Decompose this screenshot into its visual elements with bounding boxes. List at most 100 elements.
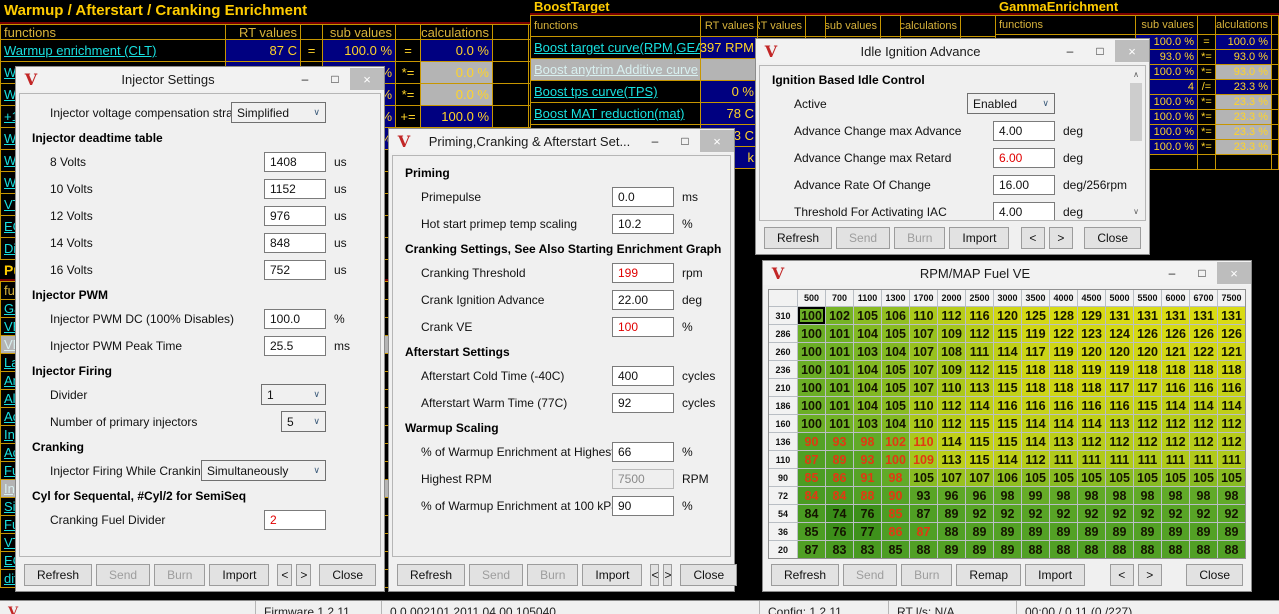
ve-cell[interactable]: 101 <box>826 397 853 414</box>
ve-cell[interactable]: 114 <box>1162 397 1189 414</box>
ve-cell[interactable]: 120 <box>1078 343 1105 360</box>
send-button[interactable]: Send <box>836 227 890 249</box>
ve-cell[interactable]: 105 <box>1190 469 1217 486</box>
ve-row-header[interactable]: 310 <box>769 307 797 324</box>
ve-cell[interactable]: 124 <box>1106 325 1133 342</box>
ve-cell[interactable]: 100 <box>798 397 825 414</box>
ve-cell[interactable]: 116 <box>1190 379 1217 396</box>
ve-cell[interactable]: 98 <box>1162 487 1189 504</box>
ve-cell[interactable]: 96 <box>966 487 993 504</box>
ve-cell[interactable]: 87 <box>798 541 825 558</box>
ve-col-header[interactable]: 1100 <box>854 290 881 306</box>
ve-cell[interactable]: 128 <box>1050 307 1077 324</box>
priming-titlebar[interactable]: V Priming,Cranking & Afterstart Set... –… <box>389 129 734 153</box>
ve-cell[interactable]: 118 <box>1022 379 1049 396</box>
import-button[interactable]: Import <box>1025 564 1085 586</box>
ve-cell[interactable]: 112 <box>938 307 965 324</box>
ve-cell[interactable]: 114 <box>994 343 1021 360</box>
ve-col-header[interactable]: 4500 <box>1078 290 1105 306</box>
import-button[interactable]: Import <box>209 564 269 586</box>
ve-cell[interactable]: 105 <box>1106 469 1133 486</box>
close-icon[interactable]: × <box>1115 40 1149 62</box>
ve-cell[interactable]: 89 <box>1162 523 1189 540</box>
ve-cell[interactable]: 88 <box>1162 541 1189 558</box>
ve-cell[interactable]: 104 <box>882 343 909 360</box>
ve-cell[interactable]: 106 <box>994 469 1021 486</box>
of-warmup-enrichment-at-highest-rpm-input[interactable]: 66 <box>612 442 674 462</box>
ve-cell[interactable]: 112 <box>938 397 965 414</box>
ve-cell[interactable]: 112 <box>966 361 993 378</box>
crank-ignition-advance-input[interactable]: 22.00 <box>612 290 674 310</box>
ve-titlebar[interactable]: V RPM/MAP Fuel VE – □ × <box>763 261 1251 285</box>
ve-cell[interactable]: 84 <box>798 505 825 522</box>
send-button[interactable]: Send <box>843 564 897 586</box>
ve-cell[interactable]: 106 <box>882 307 909 324</box>
ve-cell[interactable]: 119 <box>1106 361 1133 378</box>
sub-value-cell[interactable]: 100.0 % <box>323 40 396 61</box>
ve-cell[interactable]: 116 <box>1078 397 1105 414</box>
ve-row-header[interactable]: 54 <box>769 505 797 522</box>
ve-cell[interactable]: 98 <box>882 469 909 486</box>
ve-cell[interactable]: 126 <box>1134 325 1161 342</box>
import-button[interactable]: Import <box>949 227 1009 249</box>
ve-cell[interactable]: 118 <box>1190 361 1217 378</box>
ve-cell[interactable]: 90 <box>798 433 825 450</box>
ve-col-header[interactable]: 4000 <box>1050 290 1077 306</box>
ve-row-header[interactable]: 110 <box>769 451 797 468</box>
ve-cell[interactable]: 110 <box>938 379 965 396</box>
ve-cell[interactable]: 115 <box>966 451 993 468</box>
ve-cell[interactable]: 122 <box>1050 325 1077 342</box>
ve-cell[interactable]: 111 <box>1218 451 1245 468</box>
ve-col-header[interactable]: 3500 <box>1022 290 1049 306</box>
ve-col-header[interactable]: 1700 <box>910 290 937 306</box>
injector-firing-while-cranking-select[interactable]: Simultaneously∨ <box>201 460 326 481</box>
prev-button[interactable]: < <box>1021 227 1045 249</box>
ve-cell[interactable]: 111 <box>1078 451 1105 468</box>
8-volts-input[interactable]: 1408 <box>264 152 326 172</box>
ve-cell[interactable]: 115 <box>994 325 1021 342</box>
ve-cell[interactable]: 115 <box>994 415 1021 432</box>
ve-cell[interactable]: 105 <box>1162 469 1189 486</box>
ve-cell[interactable]: 105 <box>882 397 909 414</box>
ve-col-header[interactable]: 7500 <box>1218 290 1245 306</box>
ve-cell[interactable]: 109 <box>938 325 965 342</box>
ve-cell[interactable]: 101 <box>826 343 853 360</box>
scrollbar[interactable]: ∧ ∨ <box>1128 67 1144 219</box>
ve-cell[interactable]: 114 <box>1022 415 1049 432</box>
ve-cell[interactable]: 87 <box>910 505 937 522</box>
next-button[interactable]: > <box>296 564 311 586</box>
ve-cell[interactable]: 111 <box>966 343 993 360</box>
scrollbar-thumb[interactable] <box>1130 83 1142 141</box>
cranking-threshold-input[interactable]: 199 <box>612 263 674 283</box>
ve-cell[interactable]: 107 <box>938 469 965 486</box>
ve-cell[interactable]: 108 <box>938 343 965 360</box>
ve-cell[interactable]: 103 <box>854 343 881 360</box>
rt-value-cell[interactable]: 87 C <box>226 40 301 61</box>
ve-cell[interactable]: 115 <box>1134 397 1161 414</box>
rt-value-cell[interactable]: 78 C <box>701 103 758 124</box>
ve-cell[interactable]: 105 <box>910 469 937 486</box>
ve-cell[interactable]: 112 <box>1190 415 1217 432</box>
ve-cell[interactable]: 88 <box>1190 541 1217 558</box>
maximize-button[interactable]: □ <box>1187 262 1217 284</box>
ve-cell[interactable]: 111 <box>1162 451 1189 468</box>
minimize-button[interactable]: – <box>290 68 320 90</box>
ve-cell[interactable]: 100 <box>798 307 825 324</box>
ve-cell[interactable]: 114 <box>994 451 1021 468</box>
function-link[interactable]: Boost MAT reduction(mat) <box>531 103 701 124</box>
ve-cell[interactable]: 105 <box>882 325 909 342</box>
ve-cell[interactable]: 121 <box>1162 343 1189 360</box>
ve-cell[interactable]: 117 <box>1106 379 1133 396</box>
burn-button[interactable]: Burn <box>527 564 578 586</box>
ve-cell[interactable]: 89 <box>1022 523 1049 540</box>
send-button[interactable]: Send <box>96 564 150 586</box>
ve-row-header[interactable]: 72 <box>769 487 797 504</box>
advance-rate-of-change-input[interactable]: 16.00 <box>993 175 1055 195</box>
ve-cell[interactable]: 115 <box>966 433 993 450</box>
ve-cell[interactable]: 89 <box>938 505 965 522</box>
ve-cell[interactable]: 112 <box>1106 433 1133 450</box>
ve-cell[interactable]: 113 <box>938 451 965 468</box>
ve-cell[interactable]: 84 <box>826 487 853 504</box>
ve-cell[interactable]: 92 <box>1218 505 1245 522</box>
ve-cell[interactable]: 76 <box>826 523 853 540</box>
